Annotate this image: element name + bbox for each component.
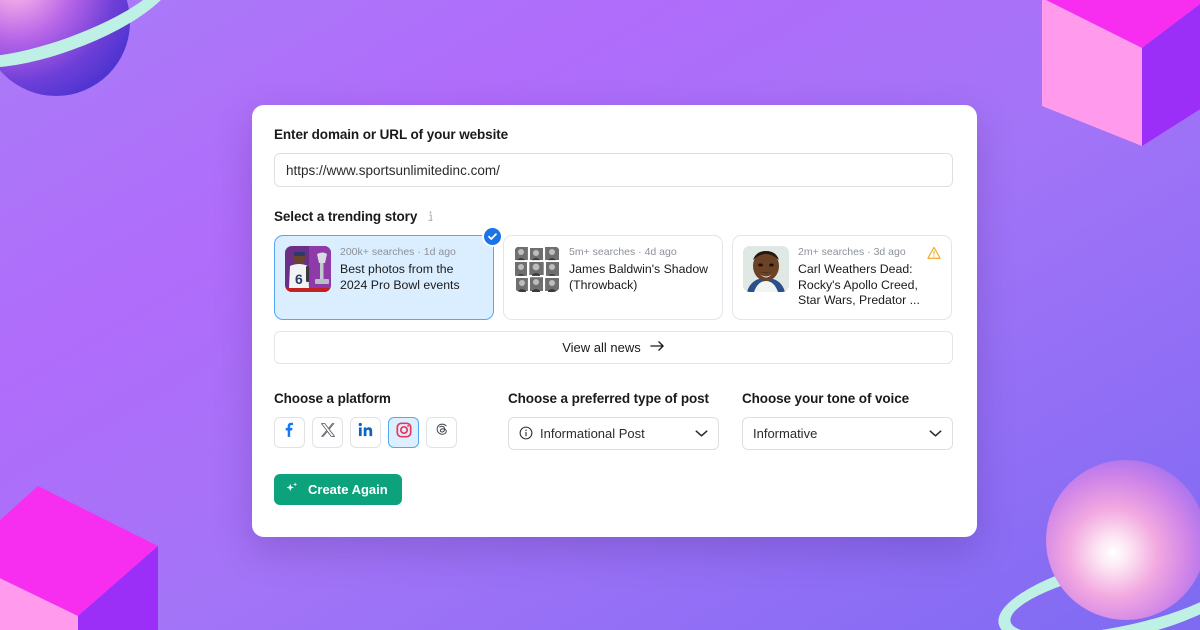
story-title: James Baldwin's Shadow (Throwback) <box>569 262 709 292</box>
story-thumbnail: 6 <box>285 246 331 292</box>
story-meta: 200k+ searches · 1d ago <box>340 246 456 258</box>
creator-panel: Enter domain or URL of your website http… <box>252 105 977 537</box>
planet-ring-front-top-left <box>0 0 192 93</box>
tone-label: Choose your tone of voice <box>742 390 910 406</box>
post-type-value: Informational Post <box>540 425 645 441</box>
info-icon[interactable] <box>424 210 437 223</box>
url-field-label: Enter domain or URL of your website <box>274 127 509 142</box>
arrow-right-icon <box>650 340 665 355</box>
story-card[interactable]: 6 200k+ searches · 1d ago Best photos fr… <box>274 226 503 320</box>
story-title: Best photos from the 2024 Pro Bowl event… <box>340 262 460 292</box>
post-type-label: Choose a preferred type of post <box>508 390 709 406</box>
platform-button-x-twitter[interactable] <box>312 416 343 448</box>
story-thumbnail <box>514 246 560 292</box>
chevron-down-icon <box>929 429 942 438</box>
platform-button-group <box>274 416 508 448</box>
linkedin-icon <box>358 422 373 442</box>
x-twitter-icon <box>320 422 335 442</box>
warning-icon[interactable] <box>927 246 941 260</box>
planet-ring-front-bottom-right <box>990 532 1200 630</box>
facebook-icon <box>282 422 297 442</box>
create-again-label: Create Again <box>308 481 388 497</box>
cube-bottom-left <box>0 486 158 630</box>
trending-story-label: Select a trending story <box>274 209 418 224</box>
svg-text:6: 6 <box>295 271 303 287</box>
info-circle-icon <box>519 426 533 440</box>
platform-label: Choose a platform <box>274 390 391 406</box>
post-type-select[interactable]: Informational Post <box>508 416 719 450</box>
create-again-button[interactable]: Create Again <box>274 473 402 505</box>
platform-button-instagram[interactable] <box>388 416 419 448</box>
view-all-news-label: View all news <box>562 339 641 355</box>
tone-column: Choose your tone of voice Informative <box>742 391 953 450</box>
story-meta: 2m+ searches · 3d ago <box>798 246 906 258</box>
sparkle-icon <box>285 481 299 498</box>
planet-ring-top-left <box>0 0 192 93</box>
story-title: Carl Weathers Dead: Rocky's Apollo Creed… <box>798 262 920 307</box>
platform-button-facebook[interactable] <box>274 416 305 448</box>
story-body: 5m+ searches · 4d ago James Baldwin's Sh… <box>569 246 712 309</box>
platform-button-linkedin[interactable] <box>350 416 381 448</box>
url-input[interactable]: https://www.sportsunlimitedinc.com/ <box>274 153 953 187</box>
instagram-icon <box>395 421 412 443</box>
cube-top-right <box>1042 0 1200 146</box>
page-root: Enter domain or URL of your website http… <box>0 0 1200 630</box>
planet-sphere-top-left <box>0 0 130 96</box>
controls-row: Choose a platform Choose a preferred typ… <box>274 391 955 450</box>
story-thumbnail <box>743 246 789 292</box>
trending-story-list: 6 200k+ searches · 1d ago Best photos fr… <box>274 226 955 320</box>
tone-select[interactable]: Informative <box>742 416 953 450</box>
platform-button-threads[interactable] <box>426 416 457 448</box>
story-card[interactable]: 5m+ searches · 4d ago James Baldwin's Sh… <box>503 235 723 320</box>
post-type-column: Choose a preferred type of post Informat… <box>508 391 742 450</box>
check-badge-icon <box>482 226 503 247</box>
planet-sphere-bottom-right <box>1046 460 1200 620</box>
tone-value: Informative <box>753 425 818 441</box>
threads-icon <box>434 422 449 442</box>
view-all-news-button[interactable]: View all news <box>274 330 953 364</box>
story-card[interactable]: 2m+ searches · 3d ago Carl Weathers Dead… <box>732 235 952 320</box>
platform-column: Choose a platform <box>274 391 508 450</box>
chevron-down-icon <box>695 429 708 438</box>
trending-story-header: Select a trending story <box>274 209 955 224</box>
story-meta: 5m+ searches · 4d ago <box>569 246 677 258</box>
story-body: 2m+ searches · 3d ago Carl Weathers Dead… <box>798 246 941 309</box>
planet-ring-bottom-right <box>990 532 1200 630</box>
story-body: 200k+ searches · 1d ago Best photos from… <box>340 246 483 309</box>
